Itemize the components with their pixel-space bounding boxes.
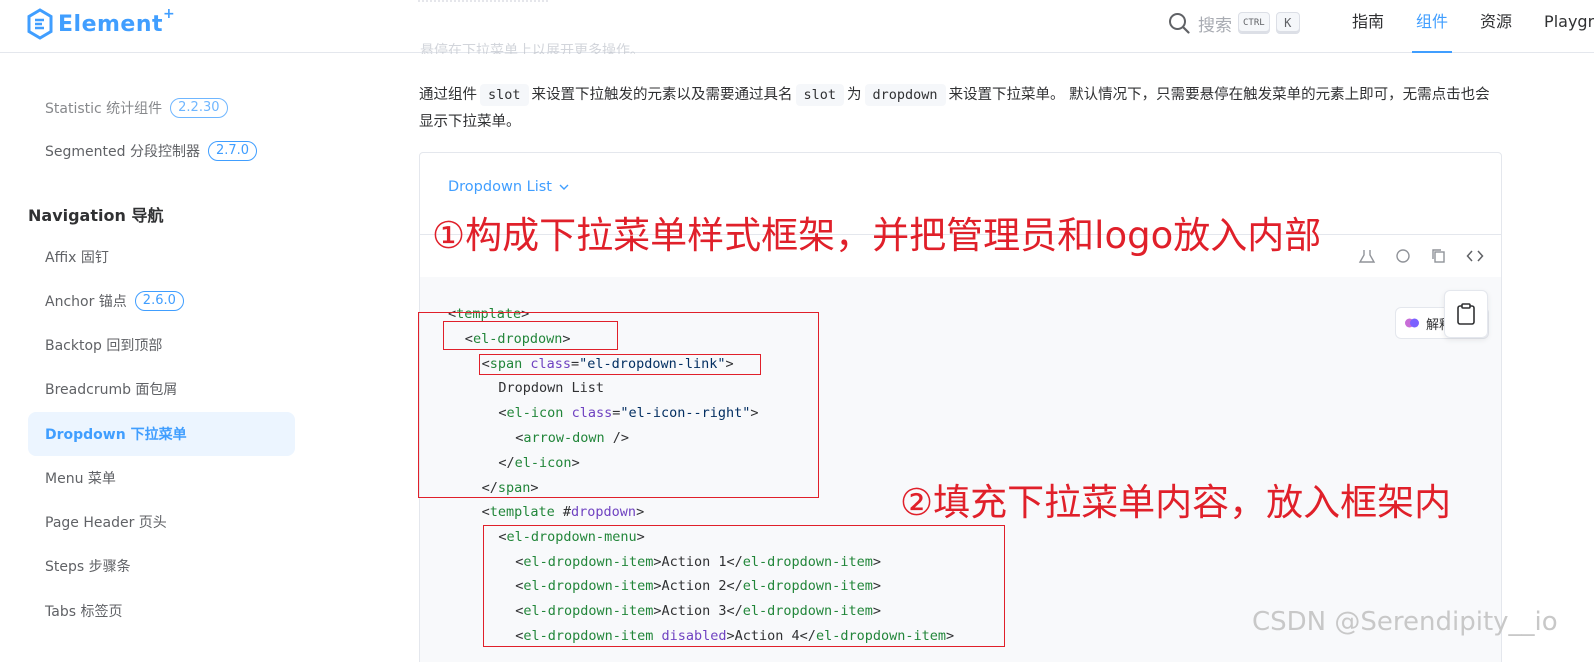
copy-icon[interactable] [1430, 247, 1448, 265]
annotation-box-framework [418, 312, 819, 498]
sidebar-item-label: Breadcrumb 面包屑 [45, 382, 178, 398]
code-token: dropdown [571, 504, 637, 520]
para-text: 来设置下拉触发的元素以及需要通过具名 [531, 87, 793, 103]
para-text: 通过组件 [419, 87, 477, 103]
logo-text: Element [58, 11, 164, 37]
sidebar-item-steps[interactable]: Steps 步骤条 [28, 544, 295, 588]
top-header: Element + 搜索 CTRL K 指南 组件 资源 Playgr [0, 0, 1594, 53]
sidebar-item-tabs[interactable]: Tabs 标签页 [28, 589, 295, 633]
sidebar-item-backtop[interactable]: Backtop 回到顶部 [28, 323, 295, 367]
annotation-box-menu [483, 525, 1005, 647]
code-token: # [554, 504, 572, 520]
sidebar-item-label: Steps 步骤条 [45, 559, 131, 575]
faded-divider [418, 0, 548, 8]
copy-code-button[interactable] [1444, 290, 1488, 338]
annotation-note-2: ②填充下拉菜单内容，放入框架内 [900, 481, 1452, 524]
nav-playground[interactable]: Playgr [1528, 0, 1594, 53]
clipboard-icon [1457, 303, 1475, 325]
sidebar-item-menu[interactable]: Menu 菜单 [28, 456, 295, 500]
sidebar-item-label: Backtop 回到顶部 [45, 338, 163, 354]
code-token: template [489, 504, 555, 520]
kbd-k: K [1275, 12, 1300, 34]
sidebar-item-label: Anchor 锚点 [45, 294, 127, 310]
chevron-down-icon [559, 184, 569, 190]
sidebar-item-label: Menu 菜单 [45, 471, 116, 487]
inline-code: slot [795, 84, 845, 106]
sidebar-item-label: Statistic 统计组件 [45, 101, 163, 117]
annotation-note-1: ①构成下拉菜单样式框架，并把管理员和logo放入内部 [432, 214, 1322, 257]
sidebar-item-breadcrumb[interactable]: Breadcrumb 面包屑 [28, 367, 295, 411]
sidebar-item-label: Tabs 标签页 [45, 604, 123, 620]
code-token: < [481, 504, 490, 520]
code-token: > [636, 504, 645, 520]
sidebar-item-segmented[interactable]: Segmented 分段控制器 2.7.0 [28, 129, 295, 173]
dropdown-trigger-label: Dropdown List [448, 179, 552, 195]
code-toggle-icon[interactable] [1466, 247, 1484, 265]
inline-code: slot [480, 84, 529, 106]
kbd-ctrl: CTRL [1238, 12, 1270, 34]
sidebar-item-label: Dropdown 下拉菜单 [45, 427, 187, 443]
sidebar-item-anchor[interactable]: Anchor 锚点 2.6.0 [28, 279, 295, 323]
nav-component[interactable]: 组件 [1400, 0, 1464, 53]
dropdown-trigger[interactable]: Dropdown List [448, 179, 570, 195]
faded-text: 悬停在下拉菜单上以展开更多操作。 [420, 43, 644, 54]
sidebar-group-title: Navigation 导航 [28, 206, 164, 225]
element-logo-icon [27, 8, 53, 40]
description-paragraph: 通过组件 slot 来设置下拉触发的元素以及需要通过具名 slot 为 dropdown 来… [419, 82, 1501, 136]
search-icon [1169, 13, 1190, 34]
sidebar-item-label: Affix 固钉 [45, 250, 109, 266]
playground-icon[interactable] [1358, 247, 1376, 265]
nav-resource[interactable]: 资源 [1464, 0, 1528, 53]
logo-plus: + [163, 6, 175, 22]
version-badge: 2.6.0 [134, 291, 184, 311]
top-nav: 指南 组件 资源 Playgr [1336, 0, 1594, 53]
sidebar: Statistic 统计组件 2.2.30 Segmented 分段控制器 2.… [0, 54, 310, 662]
sidebar-item-page-header[interactable]: Page Header 页头 [28, 500, 295, 544]
sidebar-item-dropdown[interactable]: Dropdown 下拉菜单 [28, 412, 295, 456]
watermark: CSDN @Serendipity__io [1252, 607, 1558, 637]
sidebar-item-label: Segmented 分段控制器 [45, 144, 200, 160]
sidebar-item-affix[interactable]: Affix 固钉 [28, 235, 295, 279]
inline-code: dropdown [864, 84, 946, 106]
search-box[interactable]: 搜索 CTRL K [1168, 10, 1300, 36]
version-badge: 2.7.0 [207, 141, 258, 161]
sidebar-item-label: Page Header 页头 [45, 515, 167, 531]
para-text: 为 [847, 87, 862, 103]
search-label: 搜索 [1198, 15, 1232, 36]
nav-guide[interactable]: 指南 [1336, 0, 1400, 53]
sidebar-item-statistic[interactable]: Statistic 统计组件 2.2.30 [28, 86, 295, 130]
github-icon[interactable] [1394, 247, 1412, 265]
version-badge: 2.2.30 [170, 98, 228, 118]
element-logo[interactable]: Element + [26, 6, 175, 40]
brain-icon [1405, 318, 1419, 328]
code-line: <template #dropdown> [482, 502, 645, 522]
